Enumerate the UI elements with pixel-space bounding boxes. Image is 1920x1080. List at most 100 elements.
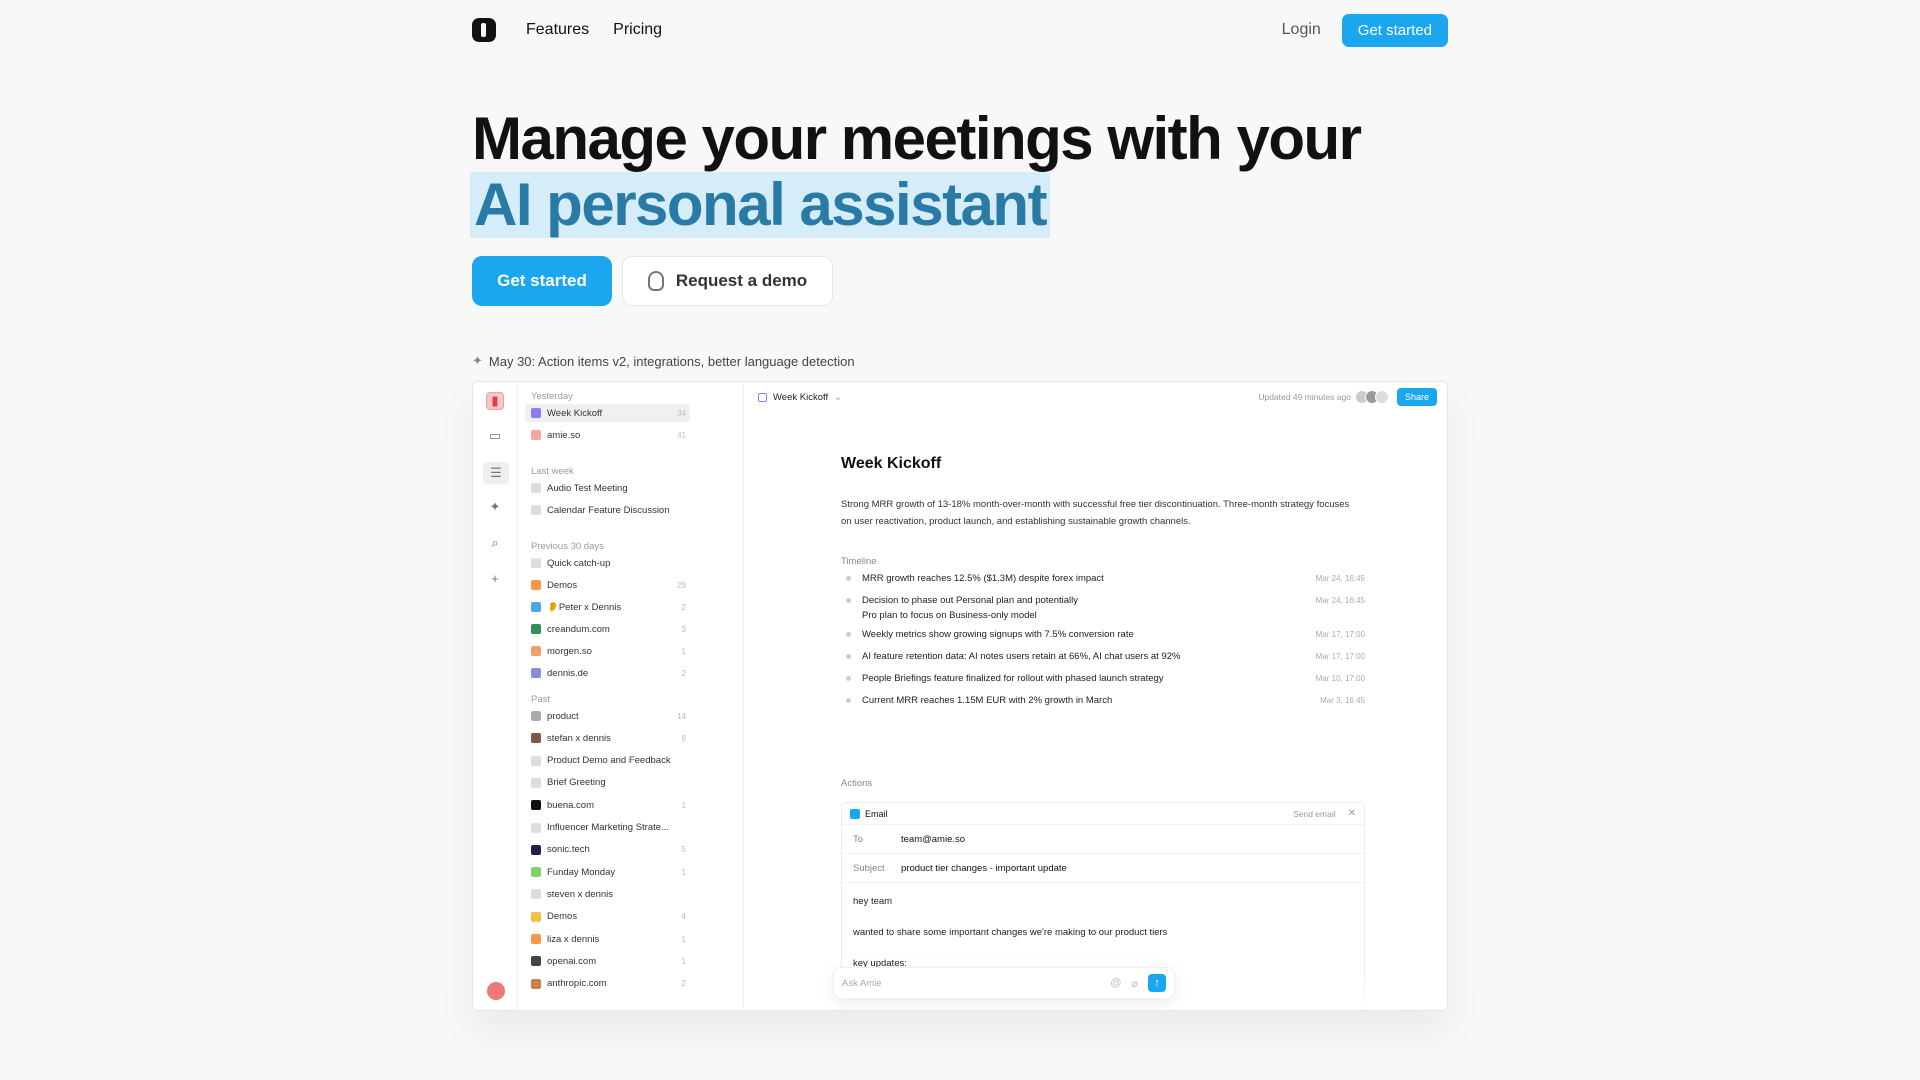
plus-icon[interactable]: +: [486, 569, 504, 587]
meeting-icon: [531, 408, 541, 418]
sidebar-item-label: Product Demo and Feedback: [547, 755, 671, 767]
sidebar-item[interactable]: anthropic.com 2: [525, 975, 690, 993]
sidebar-item-label: Calendar Feature Discussion: [547, 504, 670, 516]
send-email-button[interactable]: Send email: [1293, 809, 1336, 819]
at-icon[interactable]: @: [1110, 977, 1121, 989]
timeline-text: Decision to phase out Personal plan and …: [862, 595, 1079, 621]
sidebar-item[interactable]: Calendar Feature Discussion: [525, 501, 690, 519]
sidebar-item[interactable]: Quick catch-up: [525, 554, 690, 572]
sidebar-item[interactable]: creandum.com 3: [525, 620, 690, 638]
sidebar-item-count: 1: [681, 867, 686, 877]
calendar-icon[interactable]: ▭: [486, 427, 504, 445]
sidebar-item[interactable]: Funday Monday 1: [525, 863, 690, 881]
notes-icon[interactable]: ☰: [483, 462, 509, 484]
sidebar-item-label: Quick catch-up: [547, 557, 611, 569]
sidebar-item-label: Brief Greeting: [547, 777, 606, 789]
sidebar-item-count: 5: [681, 845, 686, 855]
sidebar-item-count: 1: [681, 934, 686, 944]
hero-title-highlight: AI personal assistant: [470, 172, 1051, 238]
sidebar-item-label: Influencer Marketing Strate...: [547, 822, 669, 833]
sidebar-item[interactable]: 👂Peter x Dennis 2: [525, 598, 690, 616]
timeline-item[interactable]: MRR growth reaches 12.5% ($1.3M) despite…: [841, 571, 1365, 586]
sidebar-group-label: Past: [531, 694, 551, 705]
sidebar-item-count: 14: [677, 711, 686, 721]
participant-avatars[interactable]: [1354, 390, 1389, 404]
chevron-down-icon: ⌄: [834, 391, 843, 403]
sidebar-item[interactable]: stefan x dennis 8: [525, 729, 690, 747]
sidebar-item[interactable]: Demos 4: [525, 908, 690, 926]
meeting-icon: [531, 430, 541, 440]
announcement[interactable]: ✦ May 30: Action items v2, integrations,…: [472, 353, 855, 369]
to-field[interactable]: team@amie.so: [901, 834, 965, 845]
ask-amie-input[interactable]: Ask Amie @ ⌀ ↑: [833, 967, 1175, 999]
sidebar-group-label: Yesterday: [531, 391, 573, 402]
email-header: Email Send email ✕: [842, 803, 1364, 825]
ask-tools: @ ⌀ ↑: [1110, 974, 1166, 992]
sidebar-item-label: Week Kickoff: [547, 407, 603, 419]
sidebar-item-count: 1: [681, 800, 686, 810]
nav-pricing-link[interactable]: Pricing: [613, 21, 662, 39]
sidebar-item[interactable]: steven x dennis: [525, 885, 690, 903]
sidebar-item-label: amie.so: [547, 429, 581, 441]
timeline-item[interactable]: People Briefings feature finalized for r…: [841, 671, 1365, 686]
sidebar-item[interactable]: buena.com 1: [525, 796, 690, 814]
nav-get-started-button[interactable]: Get started: [1341, 13, 1448, 47]
sidebar-item[interactable]: Influencer Marketing Strate...: [525, 819, 690, 837]
sidebar-item[interactable]: product 14: [525, 707, 690, 725]
sidebar-item[interactable]: liza x dennis 1: [525, 930, 690, 948]
sidebar-item[interactable]: sonic.tech 5: [525, 841, 690, 859]
sidebar-item-count: 3: [681, 624, 686, 634]
meeting-icon: [531, 558, 541, 568]
meeting-icon: [531, 800, 541, 811]
email-header-label: Email: [865, 808, 888, 819]
share-button[interactable]: Share: [1396, 388, 1437, 406]
sidebar-item-label: buena.com: [547, 799, 595, 811]
avatar[interactable]: [487, 982, 505, 1000]
meeting-icon: [531, 711, 541, 721]
timeline-text: MRR growth reaches 12.5% ($1.3M) despite…: [862, 573, 1104, 584]
get-started-button[interactable]: Get started: [472, 256, 612, 306]
hero-actions: Get started Request a demo: [472, 256, 833, 306]
timeline-item[interactable]: Decision to phase out Personal plan and …: [841, 593, 1365, 623]
logo-icon[interactable]: [472, 18, 496, 42]
timeline-item[interactable]: Weekly metrics show growing signups with…: [841, 627, 1365, 642]
sidebar-item-label: product: [547, 710, 579, 722]
topbar-title: Week Kickoff: [773, 391, 829, 403]
sidebar-item[interactable]: morgen.so 1: [525, 642, 690, 660]
subject-field[interactable]: product tier changes - important update: [901, 863, 1067, 874]
search-icon[interactable]: ⌕: [486, 534, 504, 552]
timeline-text: People Briefings feature finalized for r…: [862, 673, 1164, 684]
attach-icon[interactable]: ⌀: [1131, 977, 1138, 990]
close-icon[interactable]: ✕: [1348, 808, 1356, 819]
sidebar-item[interactable]: openai.com 1: [525, 952, 690, 970]
bullet-icon: [846, 676, 851, 681]
sidebar-item[interactable]: dennis.de 2: [525, 664, 690, 682]
icon-rail: ▮ ▭ ☰ ✦ ⌕ +: [473, 382, 518, 1010]
sidebar-item[interactable]: Brief Greeting: [525, 774, 690, 792]
meeting-icon: [531, 934, 541, 944]
sidebar-item-label: creandum.com: [547, 623, 610, 635]
sidebar-group-label: Last week: [531, 466, 574, 477]
request-demo-button[interactable]: Request a demo: [622, 256, 833, 306]
meeting-icon: [758, 392, 767, 402]
meeting-sidebar: Yesterday Week Kickoff 34 amie.so 41 Last wee…: [518, 382, 744, 1010]
app-icon[interactable]: ▮: [486, 392, 504, 410]
timeline-date: Mar 3, 16:45: [1320, 696, 1365, 705]
sidebar-item[interactable]: Demos 29: [525, 576, 690, 594]
sidebar-item[interactable]: Week Kickoff 34: [525, 404, 690, 422]
nav-features-link[interactable]: Features: [526, 21, 589, 39]
sidebar-item[interactable]: Audio Test Meeting: [525, 479, 690, 497]
timeline-item[interactable]: Current MRR reaches 1.15M EUR with 2% gr…: [841, 693, 1365, 708]
timeline-item[interactable]: AI feature retention data: AI notes user…: [841, 649, 1365, 664]
top-nav: Features Pricing Login Get started: [472, 13, 1448, 47]
meeting-icon: [531, 483, 541, 493]
sparkle-icon[interactable]: ✦: [486, 498, 504, 516]
login-link[interactable]: Login: [1282, 21, 1321, 39]
doc-title-dropdown[interactable]: Week Kickoff ⌄: [758, 392, 842, 403]
meeting-icon: [531, 777, 541, 788]
send-icon[interactable]: ↑: [1148, 974, 1166, 992]
sidebar-item[interactable]: amie.so 41: [525, 426, 690, 444]
actions-label: Actions: [841, 778, 873, 789]
sidebar-item[interactable]: Product Demo and Feedback: [525, 752, 690, 770]
meeting-icon: [531, 844, 541, 855]
